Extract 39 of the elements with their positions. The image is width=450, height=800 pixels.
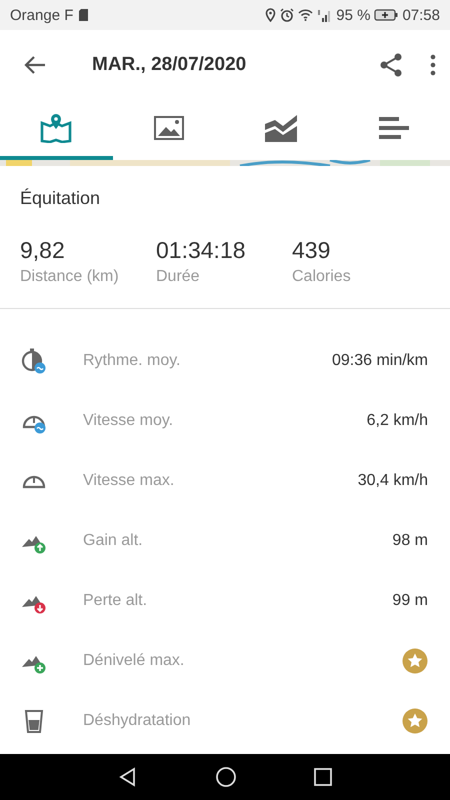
activity-type: Équitation xyxy=(19,187,102,209)
metric-label: Gain alt. xyxy=(83,532,143,550)
metric-label: Déshydratation xyxy=(83,712,191,730)
share-icon xyxy=(380,53,402,77)
sd-card-icon xyxy=(79,9,88,21)
image-icon xyxy=(154,116,184,140)
metric-value: 6,2 km/h xyxy=(366,412,428,430)
location-icon xyxy=(265,8,276,22)
metric-label: Vitesse moy. xyxy=(83,412,174,430)
more-icon xyxy=(430,54,436,76)
star-badge-icon xyxy=(402,708,428,734)
star-badge-icon xyxy=(402,648,428,674)
stopwatch-icon xyxy=(21,348,47,374)
signal-icon xyxy=(317,8,332,22)
area-chart-icon xyxy=(264,114,298,142)
metric-label: Rythme. moy. xyxy=(83,352,180,370)
battery-level: 95 % xyxy=(336,6,370,24)
map-pin-icon xyxy=(39,113,74,143)
wifi-icon xyxy=(298,9,314,21)
metric-value: 30,4 km/h xyxy=(358,472,428,490)
metric-value: 09:36 min/km xyxy=(332,352,428,370)
bars-icon xyxy=(378,116,409,140)
back-arrow-icon xyxy=(24,56,46,74)
metric-value: 98 m xyxy=(392,532,428,550)
summary-value: 439 xyxy=(292,237,332,264)
summary-label: Durée xyxy=(156,268,201,286)
summary-label: Calories xyxy=(292,268,352,286)
battery-icon xyxy=(374,9,398,21)
summary-value: 9,82 xyxy=(20,237,66,264)
clock: 07:58 xyxy=(402,6,440,24)
alarm-icon xyxy=(280,8,294,22)
metric-label: Dénivelé max. xyxy=(83,652,184,670)
summary-label: Distance (km) xyxy=(20,268,120,286)
metric-label: Perte alt. xyxy=(83,592,148,610)
carrier-name: Orange F xyxy=(10,6,74,24)
screen-title: MAR., 28/07/2020 xyxy=(92,54,246,76)
summary-value: 01:34:18 xyxy=(156,237,247,264)
metric-label: Vitesse max. xyxy=(83,472,174,490)
metric-value: 99 m xyxy=(392,592,428,610)
